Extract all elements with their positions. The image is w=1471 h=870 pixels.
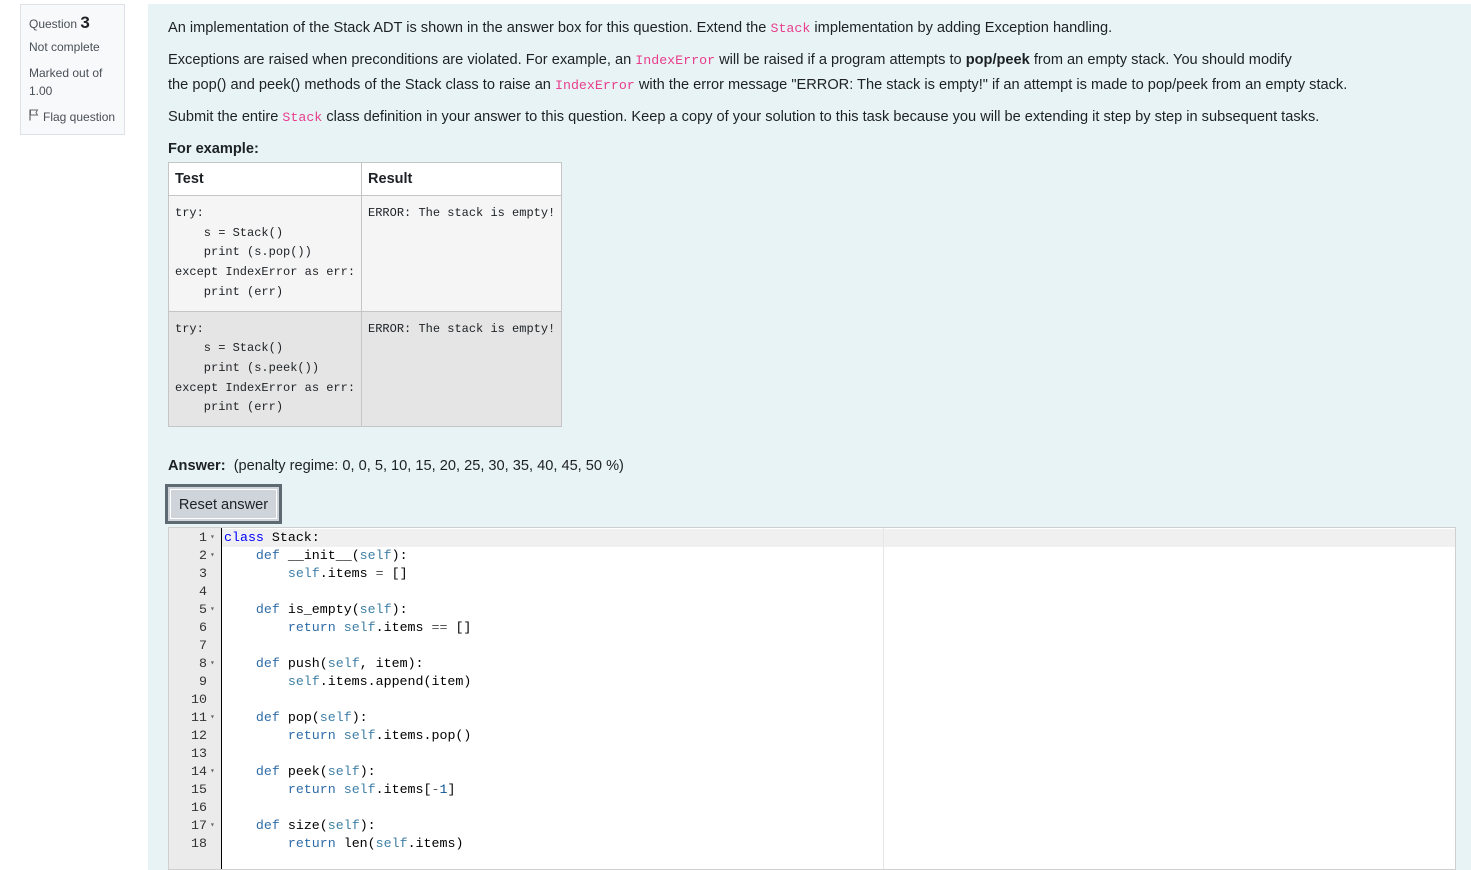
fold-toggle-icon[interactable]: ▾ (210, 709, 215, 727)
code-text[interactable]: return len(self.items) (224, 835, 464, 853)
code-text[interactable]: def __init__(self): (224, 547, 408, 565)
table-header-test: Test (167, 162, 363, 196)
test-cell: try: s = Stack() print (s.peek()) except… (167, 310, 363, 428)
code-text[interactable]: def size(self): (224, 817, 376, 835)
code-line[interactable]: 11 ▾ def pop(self): (169, 709, 1455, 727)
code-line[interactable]: 10 (169, 691, 1455, 709)
line-number: 15 (191, 782, 207, 797)
fold-toggle-icon[interactable]: ▾ (210, 601, 215, 619)
line-number: 13 (191, 746, 207, 761)
question-paragraph-3: the pop() and peek() methods of the Stac… (168, 77, 1348, 93)
question-text: An implementation of the Stack ADT is sh… (168, 16, 1458, 161)
code-line[interactable]: 6 return self.items == [] (169, 619, 1455, 637)
code-line[interactable]: 4 (169, 583, 1455, 601)
line-number: 2 (199, 548, 207, 563)
line-number: 5 (199, 602, 207, 617)
result-cell: ERROR: The stack is empty! (361, 195, 563, 312)
line-number: 4 (199, 584, 207, 599)
question-paragraph-2: Exceptions are raised when preconditions… (168, 52, 1292, 68)
code-text[interactable]: return self.items.pop() (224, 727, 472, 745)
code-text[interactable]: return self.items[-1] (224, 781, 456, 799)
fold-toggle-icon[interactable]: ▾ (210, 817, 215, 835)
table-row: try: s = Stack() print (s.pop()) except … (167, 195, 563, 312)
code-line[interactable]: 9 self.items.append(item) (169, 673, 1455, 691)
code-line[interactable]: 7 (169, 637, 1455, 655)
code-text[interactable]: class Stack: (224, 529, 320, 547)
flag-question-label[interactable]: Flag question (43, 110, 115, 124)
code-line[interactable]: 3 self.items = [] (169, 565, 1455, 583)
table-row: try: s = Stack() print (s.peek()) except… (167, 310, 563, 428)
line-number: 17 (191, 818, 207, 833)
flag-icon (29, 109, 39, 124)
flag-question-link[interactable]: Flag question (29, 109, 116, 124)
question-status: Not complete (29, 40, 100, 54)
code-text[interactable]: def push(self, item): (224, 655, 424, 673)
reset-answer-label[interactable]: Reset answer (170, 489, 277, 519)
fold-toggle-icon[interactable]: ▾ (210, 655, 215, 673)
code-line[interactable]: 18 return len(self.items) (169, 835, 1455, 853)
code-line[interactable]: 2 ▾ def __init__(self): (169, 547, 1455, 565)
fold-toggle-icon[interactable]: ▾ (210, 529, 215, 547)
code-line[interactable]: 17 ▾ def size(self): (169, 817, 1455, 835)
question-paragraph-4: Submit the entire Stack class definition… (168, 109, 1320, 125)
code-text[interactable]: return self.items == [] (224, 619, 472, 637)
question-paragraph-1: An implementation of the Stack ADT is sh… (168, 20, 1113, 36)
line-number: 16 (191, 800, 207, 815)
line-number: 14 (191, 764, 207, 779)
question-mark: Marked out of 1.00 (29, 66, 103, 98)
test-cell: try: s = Stack() print (s.pop()) except … (167, 195, 363, 312)
code-text[interactable]: self.items = [] (224, 565, 408, 583)
code-line[interactable]: 8 ▾ def push(self, item): (169, 655, 1455, 673)
fold-toggle-icon[interactable]: ▾ (210, 547, 215, 565)
code-line[interactable]: 15 return self.items[-1] (169, 781, 1455, 799)
code-editor[interactable]: 1 ▾ class Stack: 2 ▾ def __init__(self): 3 … (168, 527, 1456, 870)
reset-answer-button[interactable]: Reset answer (165, 484, 282, 524)
line-number: 12 (191, 728, 207, 743)
code-line[interactable]: 16 (169, 799, 1455, 817)
line-number: 11 (191, 710, 207, 725)
line-number: 1 (199, 530, 207, 545)
line-number: 18 (191, 836, 207, 851)
editor-lines[interactable]: 1 ▾ class Stack: 2 ▾ def __init__(self): 3 … (169, 529, 1455, 853)
code-text[interactable]: def peek(self): (224, 763, 376, 781)
example-table: Test Result try: s = Stack() print (s.po… (167, 162, 563, 428)
answer-heading: Answer: (penalty regime: 0, 0, 5, 10, 15… (168, 458, 624, 474)
line-number: 6 (199, 620, 207, 635)
table-header-result: Result (361, 162, 563, 196)
code-text[interactable]: def pop(self): (224, 709, 368, 727)
line-number: 7 (199, 638, 207, 653)
code-text[interactable]: def is_empty(self): (224, 601, 408, 619)
code-text[interactable]: self.items.append(item) (224, 673, 472, 691)
code-line[interactable]: 13 (169, 745, 1455, 763)
code-line[interactable]: 1 ▾ class Stack: (169, 529, 1455, 547)
for-example-heading: For example: (168, 141, 259, 157)
line-number: 10 (191, 692, 207, 707)
result-cell: ERROR: The stack is empty! (361, 310, 563, 428)
code-line[interactable]: 12 return self.items.pop() (169, 727, 1455, 745)
line-number: 8 (199, 656, 207, 671)
fold-toggle-icon[interactable]: ▾ (210, 763, 215, 781)
code-line[interactable]: 14 ▾ def peek(self): (169, 763, 1455, 781)
line-number: 3 (199, 566, 207, 581)
question-number: Question 3 (29, 13, 90, 32)
code-line[interactable]: 5 ▾ def is_empty(self): (169, 601, 1455, 619)
question-info-panel: Question 3 Not complete Marked out of 1.… (20, 4, 125, 135)
line-number: 9 (199, 674, 207, 689)
